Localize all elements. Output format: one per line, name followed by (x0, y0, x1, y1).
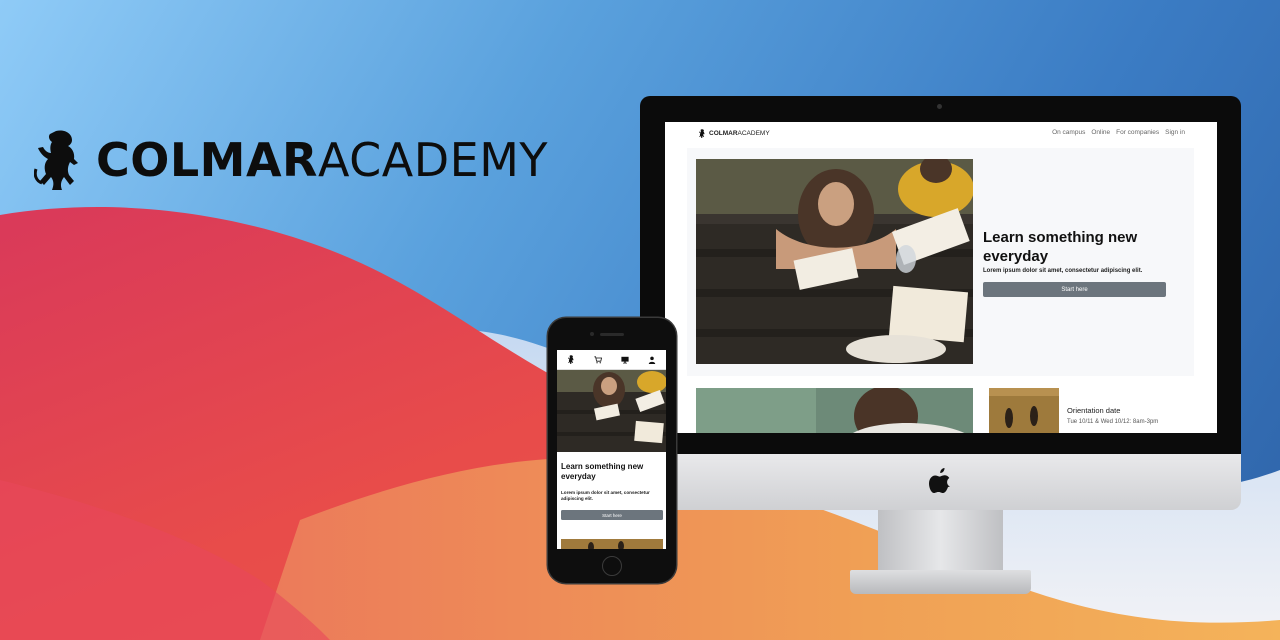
brand-logo: COLMARACADEMY (34, 128, 548, 192)
orientation-title: Orientation date (1067, 406, 1121, 415)
orientation-card[interactable]: Orientation date Tue 10/11 & Wed 10/12: … (983, 380, 1195, 433)
monitor-icon[interactable] (620, 355, 630, 365)
mobile-navbar (557, 350, 666, 370)
imac-stand-neck (878, 510, 1003, 572)
mobile-orientation-photo (561, 539, 663, 549)
phone-camera (590, 332, 594, 336)
lion-rampant-icon (34, 130, 78, 190)
mobile-hero-text: Lorem ipsum dolor sit amet, consectetur … (561, 490, 650, 501)
students-reading-photo (696, 159, 973, 364)
lion-icon (698, 129, 705, 138)
brand-wordmark: COLMARACADEMY (96, 137, 548, 183)
desktop-brand-light: ACADEMY (737, 130, 770, 137)
camera-dot (937, 104, 942, 109)
phone-speaker (600, 333, 624, 336)
lion-icon[interactable] (566, 355, 576, 365)
desktop-brand-bold: COLMAR (709, 130, 738, 137)
home-button[interactable] (602, 556, 622, 576)
imac-device: COLMAR ACADEMY On campus Online For compa… (640, 96, 1241, 596)
nav-on-campus[interactable]: On campus (1052, 129, 1085, 136)
brand-light: ACADEMY (317, 133, 549, 187)
desktop-hero: Learn something new everyday Lorem ipsum… (687, 148, 1194, 376)
nav-for-companies[interactable]: For companies (1116, 129, 1159, 136)
user-icon[interactable] (647, 355, 657, 365)
mobile-screen: Learn something new everyday Lorem ipsum… (557, 350, 666, 549)
mobile-start-here-button[interactable]: Start here (561, 510, 663, 520)
desktop-brand[interactable]: COLMAR ACADEMY (698, 129, 770, 138)
cart-icon[interactable] (593, 355, 603, 365)
desktop-nav-links: On campus Online For companies Sign in (1052, 129, 1185, 136)
brand-bold: COLMAR (96, 133, 318, 187)
imac-stand-foot (850, 570, 1031, 594)
desktop-navbar: COLMAR ACADEMY On campus Online For compa… (665, 122, 1217, 144)
orientation-photo (989, 388, 1059, 433)
imac-bezel: COLMAR ACADEMY On campus Online For compa… (640, 96, 1241, 456)
mobile-students-photo (557, 370, 666, 452)
iphone-device: Learn something new everyday Lorem ipsum… (548, 318, 676, 583)
desktop-screen: COLMAR ACADEMY On campus Online For compa… (665, 122, 1217, 433)
apple-logo-icon (929, 468, 950, 493)
student-portrait-photo (696, 388, 973, 433)
orientation-date: Tue 10/11 & Wed 10/12: 8am-3pm (1067, 419, 1159, 425)
desktop-hero-title: Learn something new everyday (983, 229, 1138, 265)
mobile-hero-title: Learn something new everyday (561, 462, 644, 481)
desktop-hero-text: Lorem ipsum dolor sit amet, consectetur … (983, 268, 1143, 274)
desktop-start-here-button[interactable]: Start here (983, 282, 1166, 297)
nav-sign-in[interactable]: Sign in (1165, 129, 1185, 136)
nav-online[interactable]: Online (1091, 129, 1110, 136)
